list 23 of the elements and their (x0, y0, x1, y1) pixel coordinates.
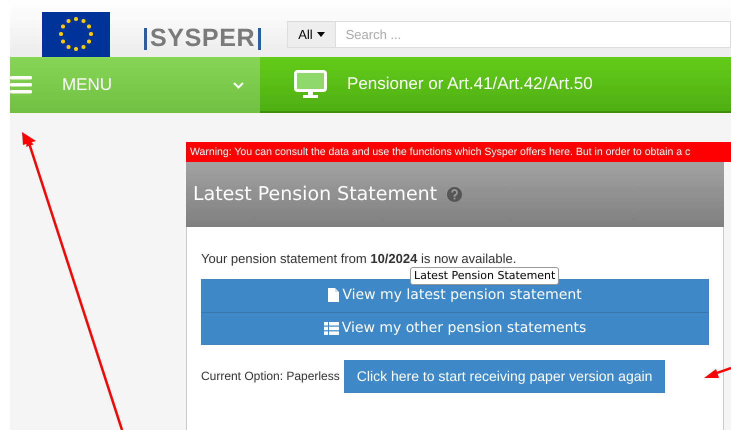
menu-label: MENU (62, 74, 112, 96)
file-icon (328, 288, 340, 302)
flag-logo-icon (42, 12, 110, 57)
profile-title: Pensioner or Art.41/Art.42/Art.50 (347, 73, 593, 96)
list-icon (324, 322, 339, 335)
help-icon (447, 187, 462, 202)
search-field[interactable]: Search ... (336, 21, 731, 48)
arrow-drawing (704, 366, 731, 378)
logo-text: SYSPER (149, 26, 256, 51)
caret-icon (316, 32, 325, 37)
statement-button[interactable]: View my latest pension statement (201, 278, 709, 312)
tooltip: Latest Pension Statement (410, 267, 560, 285)
scope-dropdown[interactable]: All (287, 21, 336, 48)
statement-button[interactable]: View my other pension statements (201, 312, 709, 344)
monitor-icon (294, 70, 327, 98)
menu-icon (10, 76, 32, 94)
panel-title: Latest Pension Statement (193, 182, 438, 208)
chevron-icon (233, 82, 244, 88)
paper-version-button[interactable]: Click here to start receiving paper version again (344, 360, 666, 392)
menu-bar[interactable]: MENU (10, 57, 260, 113)
statement-message: Your pension statement from 10/2024 is now available. (201, 250, 518, 268)
current-option-text: Current Option: Paperless (201, 368, 340, 385)
warning-banner: Warning: You can consult the data and use the functions which Sysper offers here. But in order to obtain a c (186, 142, 731, 162)
